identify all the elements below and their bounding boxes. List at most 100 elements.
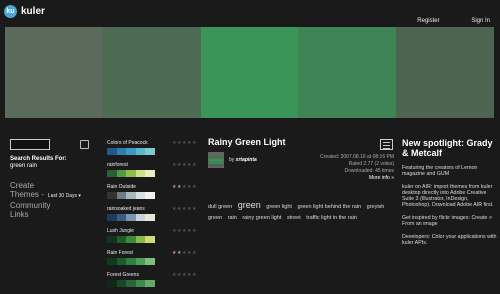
theme-list-item[interactable]: Rain Outside: [107, 184, 155, 206]
theme-list-item-name[interactable]: Rain Outside: [107, 184, 155, 192]
theme-swatch: [107, 148, 117, 155]
theme-swatch: [126, 258, 136, 265]
nav-themes-row: Themes - Last 30 Days ▾: [10, 190, 100, 201]
theme-created: Created: 2007.08.16 at 08:16 PM: [320, 154, 394, 160]
sign-in-link[interactable]: Sign In: [471, 18, 490, 24]
theme-swatch: [107, 280, 117, 287]
theme-tag[interactable]: dull green: [208, 204, 232, 210]
top-bar: ku kuler Register Sign In: [0, 0, 500, 30]
theme-tag[interactable]: rain: [228, 215, 237, 221]
star-icon[interactable]: ★: [192, 228, 197, 234]
kuler-logo-text: kuler: [21, 6, 45, 17]
nav-themes[interactable]: Themes -: [10, 190, 44, 199]
spotlight-featuring: Featuring the creators of Lemon magazine…: [402, 165, 478, 177]
last-30-days-label: Last 30 Days: [47, 193, 77, 199]
nav-last-30-days-dropdown[interactable]: Last 30 Days ▾: [48, 192, 81, 201]
theme-thumbnail[interactable]: [208, 152, 224, 168]
hero-swatch[interactable]: [102, 27, 201, 118]
theme-title: Rainy Green Light: [208, 137, 286, 147]
theme-rating-stars[interactable]: ★★★★★: [172, 272, 202, 294]
more-info-link[interactable]: More info »: [320, 175, 394, 182]
theme-list-item-swatches[interactable]: [107, 148, 155, 155]
theme-list-item-swatches[interactable]: [107, 192, 155, 199]
theme-tag[interactable]: green light behind the rain: [297, 204, 361, 210]
theme-detail: Rainy Green Light by srtapinta Created: …: [208, 137, 394, 221]
theme-swatch: [126, 280, 136, 287]
hero-swatch[interactable]: [396, 27, 494, 118]
theme-swatch: [126, 236, 136, 243]
theme-swatch: [107, 170, 117, 177]
theme-swatch: [116, 236, 127, 243]
theme-options-icon[interactable]: [380, 139, 393, 150]
theme-list-item-name[interactable]: Forest Greens: [107, 272, 155, 280]
star-icon[interactable]: ★: [192, 184, 197, 190]
search-results-title: Search Results For:: [10, 156, 67, 162]
spotlight-title: New spotlight: Grady & Metcalf: [402, 138, 493, 158]
theme-list-item[interactable]: Forest Greens: [107, 272, 155, 294]
theme-list-item-swatches[interactable]: [107, 214, 155, 221]
theme-list-item-name[interactable]: rainsoaked jeans: [107, 206, 155, 214]
search-input[interactable]: [10, 139, 50, 150]
theme-list-item-name[interactable]: Lush Jungle: [107, 228, 155, 236]
theme-swatch: [145, 214, 155, 221]
theme-list-item[interactable]: Lush Jungle: [107, 228, 155, 250]
spotlight-air: kuler on AIR: import themes from kuler d…: [402, 184, 494, 208]
theme-rating-stars[interactable]: ★★★★★: [172, 184, 202, 206]
star-icon[interactable]: ★: [192, 272, 197, 278]
left-sidebar: Search Results For: green rain Create Th…: [10, 139, 100, 219]
theme-list-item[interactable]: rainforest: [107, 162, 155, 184]
theme-list-item-name[interactable]: Colors of Peacock: [107, 140, 155, 148]
nav-community[interactable]: Community: [10, 201, 100, 210]
main-nav: Create Themes - Last 30 Days ▾ Community…: [10, 181, 100, 219]
star-icon[interactable]: ★: [192, 140, 197, 146]
theme-list-item[interactable]: Colors of Peacock: [107, 140, 155, 162]
theme-meta: Created: 2007.08.16 at 08:16 PM Rated 2.…: [320, 154, 394, 182]
theme-tag[interactable]: street: [287, 215, 301, 221]
theme-author[interactable]: srtapinta: [236, 157, 257, 163]
theme-tag[interactable]: green: [238, 200, 261, 210]
theme-rating-stars[interactable]: ★★★★★: [172, 250, 202, 272]
nav-create[interactable]: Create: [10, 181, 100, 190]
theme-tag[interactable]: rainy green light: [242, 215, 281, 221]
search-icon[interactable]: [80, 140, 89, 149]
theme-swatch: [145, 280, 155, 287]
theme-list-item-swatches[interactable]: [107, 170, 155, 177]
register-link[interactable]: Register: [417, 18, 439, 24]
theme-swatch: [116, 258, 127, 265]
hero-swatch[interactable]: [5, 27, 103, 118]
options-icon-line: [383, 145, 390, 146]
theme-tag[interactable]: green light: [266, 204, 292, 210]
theme-rating-stars[interactable]: ★★★★★: [172, 206, 202, 228]
options-icon-line: [383, 142, 390, 143]
theme-swatch: [145, 236, 155, 243]
kuler-logo-badge: ku: [4, 5, 17, 18]
theme-list-item[interactable]: Rain Forest: [107, 250, 155, 272]
star-icon[interactable]: ★: [192, 250, 197, 256]
by-label: by: [229, 157, 235, 163]
theme-tag[interactable]: traffic light in the rain: [306, 215, 357, 221]
theme-list-item-swatches[interactable]: [107, 258, 155, 265]
kuler-logo[interactable]: ku kuler: [4, 5, 45, 18]
hero-swatch[interactable]: [200, 27, 299, 118]
theme-swatch: [135, 192, 146, 199]
theme-list-item-name[interactable]: Rain Forest: [107, 250, 155, 258]
theme-downloaded: Downloaded: 45 times: [344, 168, 394, 174]
hero-swatch[interactable]: [298, 27, 397, 118]
theme-list-item-swatches[interactable]: [107, 280, 155, 287]
star-icon[interactable]: ★: [192, 162, 197, 168]
theme-list-item-swatches[interactable]: [107, 236, 155, 243]
theme-swatch: [126, 192, 136, 199]
theme-swatch: [116, 148, 127, 155]
theme-swatch: [135, 236, 146, 243]
theme-swatch: [145, 192, 155, 199]
theme-list-item[interactable]: rainsoaked jeans: [107, 206, 155, 228]
nav-links[interactable]: Links: [10, 210, 100, 219]
theme-list-item-name[interactable]: rainforest: [107, 162, 155, 170]
theme-swatch: [116, 214, 127, 221]
theme-rating-stars[interactable]: ★★★★★: [172, 228, 202, 250]
theme-author-line: by srtapinta: [229, 157, 257, 163]
theme-rating-stars[interactable]: ★★★★★: [172, 162, 202, 184]
star-icon[interactable]: ★: [192, 206, 197, 212]
theme-rating-stars[interactable]: ★★★★★: [172, 140, 202, 162]
theme-swatch: [135, 148, 146, 155]
